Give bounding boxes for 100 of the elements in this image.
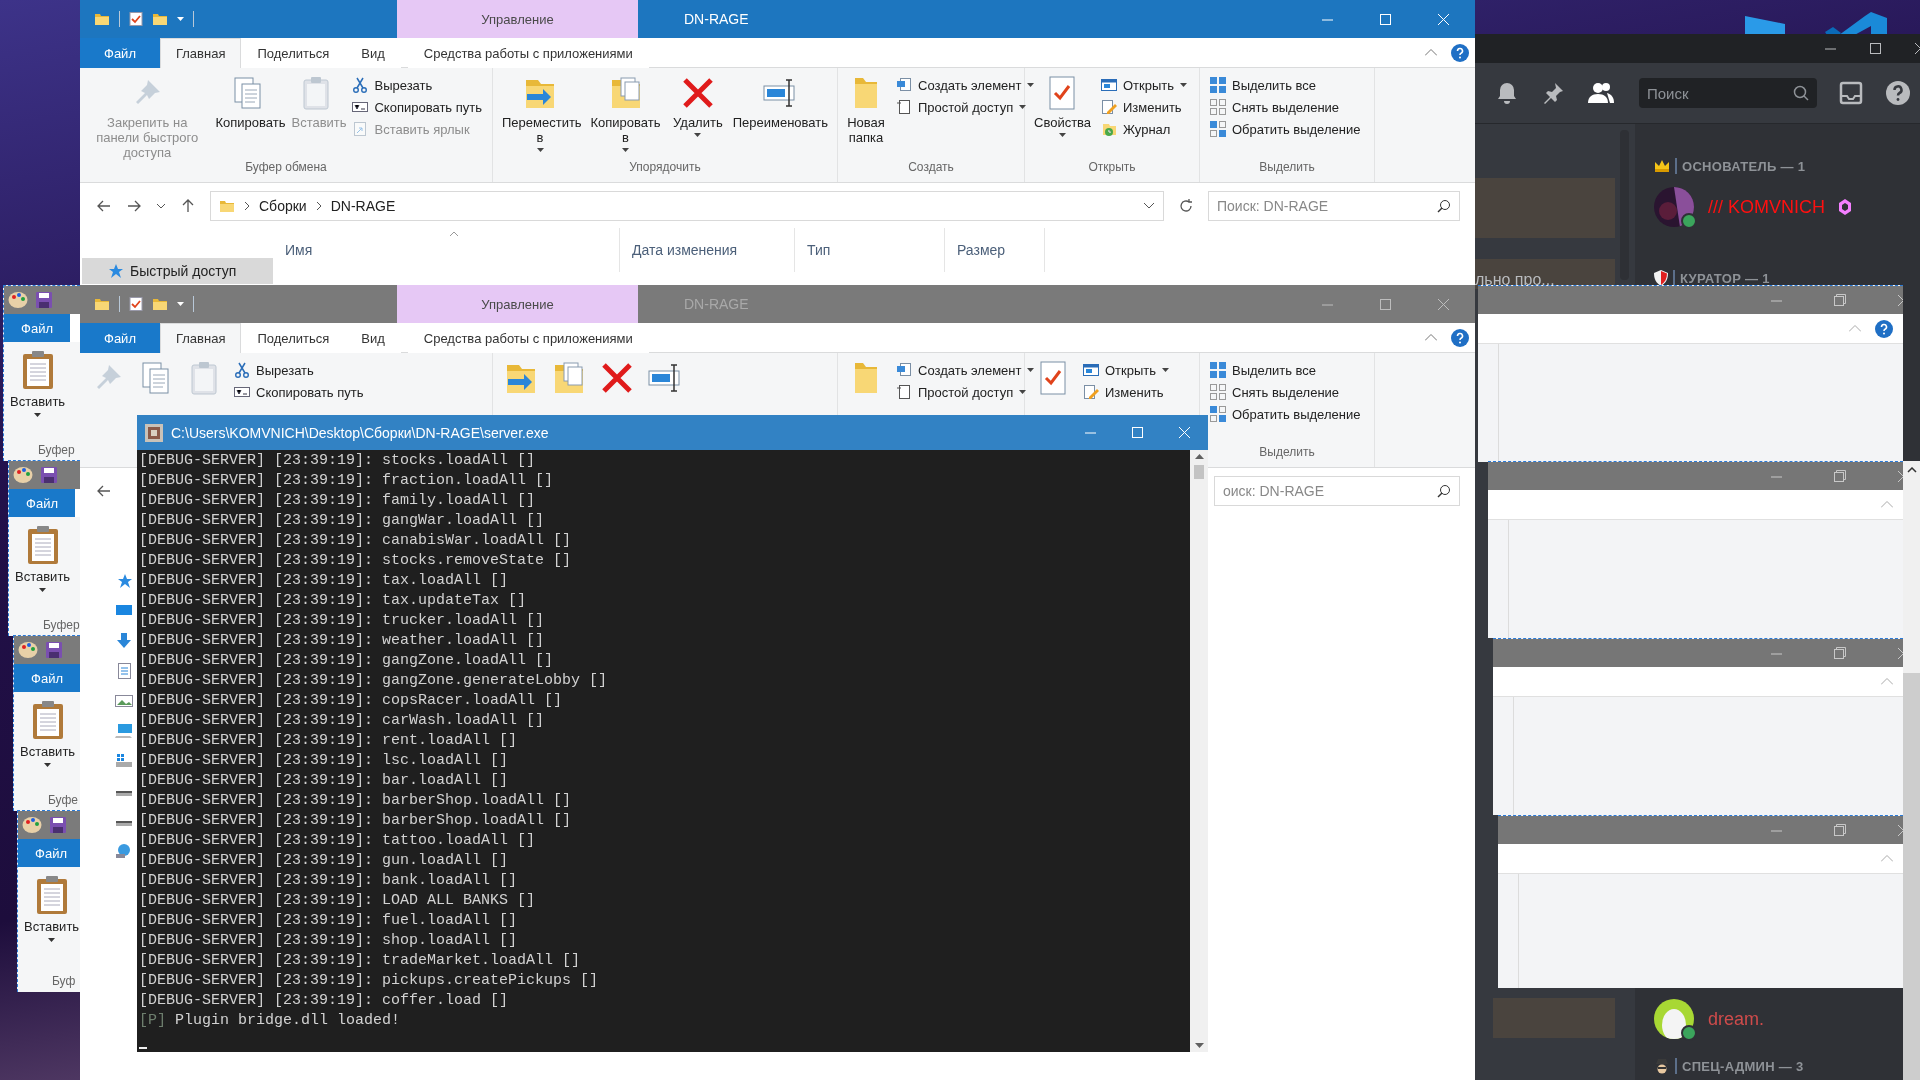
- ribbon-button[interactable]: Копировать в: [585, 74, 667, 152]
- file-tab[interactable]: Файл: [9, 489, 75, 517]
- ribbon-button[interactable]: Вырезать: [230, 359, 368, 381]
- ribbon-button[interactable]: Скопировать путь: [348, 96, 486, 118]
- open-icon: [1083, 362, 1099, 378]
- ribbon-tab[interactable]: Файл: [80, 323, 160, 353]
- ribbon-button[interactable]: Открыть: [1079, 359, 1174, 381]
- restore-icon[interactable]: [1834, 647, 1846, 659]
- console-line: [DEBUG-SERVER] [23:39:19]: LOAD ALL BANKS []: [139, 891, 537, 911]
- console-line: [DEBUG-SERVER] [23:39:19]: weather.loadAll []: [139, 631, 546, 651]
- image-icon[interactable]: [115, 693, 133, 709]
- ribbon-tab[interactable]: Файл: [80, 38, 160, 68]
- ribbon-button[interactable]: Обратить выделение: [1206, 118, 1365, 140]
- nav-item[interactable]: Быстрый доступ: [82, 258, 273, 284]
- restore-icon[interactable]: [1834, 294, 1846, 306]
- window-title: DN-RAGE: [684, 10, 749, 29]
- recent-icon[interactable]: [156, 202, 166, 209]
- group-label: Открыть: [1088, 160, 1136, 176]
- scrollbar[interactable]: [1190, 450, 1208, 1052]
- refresh-icon[interactable]: [1178, 197, 1194, 214]
- maximize-icon[interactable]: [1870, 43, 1881, 54]
- restore-icon[interactable]: [1834, 824, 1846, 836]
- help-icon[interactable]: [1885, 80, 1911, 106]
- bell-icon[interactable]: [1495, 81, 1519, 105]
- console-app-icon: [145, 423, 163, 442]
- open-icon: [1101, 77, 1117, 93]
- ribbon-button[interactable]: Выделить все: [1206, 74, 1365, 96]
- address-bar[interactable]: Сборки DN-RAGE: [210, 190, 1164, 221]
- scroll-thumb[interactable]: [1903, 673, 1920, 1080]
- role-header: КУРАТОР — 1: [1680, 270, 1770, 286]
- avatar: [1654, 999, 1694, 1039]
- ribbon-tab[interactable]: Главная: [159, 38, 242, 68]
- ribbon-button[interactable]: Изменить: [1079, 381, 1174, 403]
- paste-button[interactable]: Вставить: [10, 350, 66, 417]
- ribbon-button[interactable]: Выделить все: [1206, 359, 1365, 381]
- search-field[interactable]: Поиск: [1639, 78, 1817, 108]
- ribbon-button[interactable]: Вырезать: [348, 74, 486, 96]
- ribbon-button[interactable]: Открыть: [1097, 74, 1192, 96]
- crown-icon: [1654, 159, 1670, 173]
- save-icon[interactable]: [36, 292, 52, 308]
- collapse-icon[interactable]: [1425, 49, 1437, 56]
- scroll-thumb[interactable]: [1194, 465, 1204, 479]
- breadcrumb[interactable]: Сборки: [259, 197, 307, 214]
- restore-icon[interactable]: [1834, 470, 1846, 482]
- select-none-icon: [1210, 99, 1226, 115]
- help-icon[interactable]: [1451, 328, 1469, 347]
- properties-icon[interactable]: [129, 12, 143, 26]
- column-header[interactable]: Тип: [795, 228, 945, 272]
- save-icon[interactable]: [41, 467, 57, 483]
- paste-button[interactable]: Вставить: [15, 525, 71, 592]
- search-field[interactable]: Поиск: DN-RAGE: [1208, 190, 1460, 221]
- file-tab[interactable]: Файл: [14, 664, 80, 692]
- dropdown-icon[interactable]: [1143, 202, 1155, 209]
- group-label: Буф: [52, 974, 76, 988]
- ribbon-button[interactable]: Переименовать: [729, 74, 831, 130]
- members-icon[interactable]: [1587, 81, 1615, 105]
- palette-icon: [18, 641, 38, 659]
- column-header[interactable]: Дата изменения: [620, 228, 795, 272]
- column-header[interactable]: Имя: [273, 228, 620, 272]
- ribbon-button[interactable]: Создать элемент: [892, 359, 1039, 381]
- file-tab[interactable]: Файл: [4, 314, 70, 342]
- drive-icon[interactable]: [115, 753, 133, 769]
- ribbon-button[interactable]: Снять выделение: [1206, 96, 1365, 118]
- ribbon-tab[interactable]: Главная: [159, 323, 242, 353]
- file-tab[interactable]: Файл: [18, 839, 80, 867]
- help-icon[interactable]: [1451, 43, 1469, 62]
- computer-icon[interactable]: [115, 723, 133, 739]
- save-icon[interactable]: [50, 817, 66, 833]
- ribbon-button[interactable]: Простой доступ: [892, 381, 1039, 403]
- document-icon[interactable]: [115, 663, 133, 679]
- ribbon-button[interactable]: Снять выделение: [1206, 381, 1365, 403]
- download-icon[interactable]: [115, 633, 133, 649]
- scroll-up-icon[interactable]: [1906, 467, 1917, 473]
- paste-button[interactable]: Вставить: [24, 875, 80, 942]
- breadcrumb[interactable]: DN-RAGE: [330, 197, 396, 214]
- scroll-down-icon[interactable]: [1194, 1043, 1204, 1048]
- ribbon-button[interactable]: Удалить: [670, 74, 726, 137]
- save-icon[interactable]: [46, 642, 62, 658]
- help-icon[interactable]: [1875, 319, 1893, 338]
- ribbon-button[interactable]: Копировать: [212, 74, 285, 130]
- collapse-icon[interactable]: [1425, 334, 1437, 341]
- ribbon-button[interactable]: Новая папка: [844, 74, 888, 145]
- ribbon-button[interactable]: Переместить в: [499, 74, 581, 152]
- group-label: Создать: [908, 160, 954, 176]
- ribbon-button[interactable]: Изменить: [1097, 96, 1192, 118]
- inbox-icon[interactable]: [1839, 81, 1863, 105]
- column-header[interactable]: Размер: [945, 228, 1045, 272]
- ribbon-button[interactable]: Журнал: [1097, 118, 1192, 140]
- properties-icon[interactable]: [129, 297, 143, 311]
- ribbon-button[interactable]: Обратить выделение: [1206, 403, 1365, 425]
- network-icon[interactable]: [115, 843, 133, 859]
- paste-button[interactable]: Вставить: [20, 700, 76, 767]
- ribbon-button[interactable]: Скопировать путь: [230, 381, 368, 403]
- caret-icon: [44, 763, 52, 767]
- up-icon[interactable]: [180, 197, 196, 214]
- search-field[interactable]: оиск: DN-RAGE: [1214, 475, 1460, 506]
- scrollbar[interactable]: [1903, 461, 1920, 1080]
- scroll-up-icon[interactable]: [1194, 454, 1204, 459]
- clipboard-icon: [34, 875, 69, 915]
- palette-icon: [8, 291, 28, 309]
